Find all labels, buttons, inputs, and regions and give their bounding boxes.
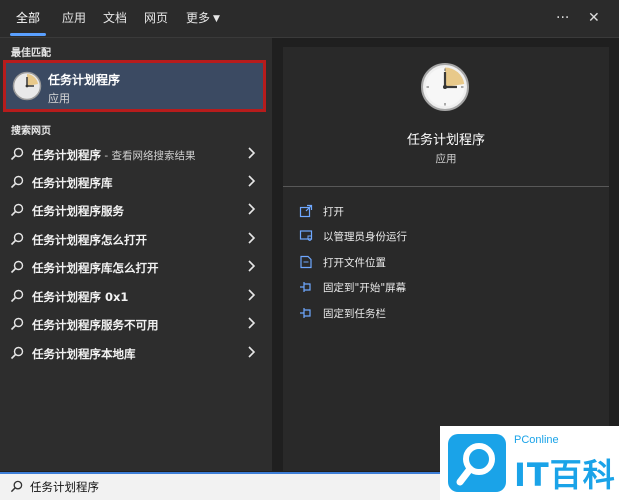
divider (283, 186, 609, 187)
web-result-item[interactable]: 任务计划程序库怎么打开 (0, 254, 272, 282)
action-pin-to-taskbar[interactable]: 固定到任务栏 (299, 303, 599, 323)
search-input[interactable] (30, 476, 430, 498)
pin-icon (300, 282, 311, 292)
chevron-down-icon: ▼ (213, 14, 220, 24)
web-result-item[interactable]: 任务计划程序服务 (0, 197, 272, 225)
best-match-result[interactable]: 任务计划程序 应用 (3, 60, 266, 112)
web-result-item[interactable]: 任务计划程序服务不可用 (0, 311, 272, 339)
clock-icon (12, 71, 42, 101)
magnifier-icon (456, 443, 495, 486)
ellipsis-icon[interactable]: ··· (556, 0, 569, 37)
chevron-right-icon (248, 289, 256, 301)
pin-icon (300, 308, 311, 318)
search-icon (10, 147, 24, 161)
search-icon (10, 232, 24, 246)
watermark-logo: PConline IT百科 (440, 426, 619, 500)
web-result-item[interactable]: 任务计划程序怎么打开 (0, 226, 272, 254)
search-icon (10, 289, 24, 303)
web-result-item[interactable]: 任务计划程序本地库 (0, 340, 272, 368)
folder-icon (300, 255, 312, 269)
clock-icon (421, 63, 469, 111)
watermark-icon (448, 434, 506, 492)
action-open-file-location[interactable]: 打开文件位置 (299, 252, 599, 272)
chevron-right-icon (248, 147, 256, 159)
best-match-name: 任务计划程序 (48, 73, 121, 87)
action-run-as-admin[interactable]: 以管理员身份运行 (299, 226, 599, 246)
results-pane: 最佳匹配 任务计划程序 应用 搜索网页 任务计划程序 - 查看网络搜索结果 任务… (0, 38, 272, 471)
tab-more[interactable]: 更多 ▼ (186, 0, 220, 37)
search-icon (10, 480, 23, 493)
action-open[interactable]: 打开 (299, 201, 599, 221)
tab-web[interactable]: 网页 (144, 0, 168, 37)
active-tab-indicator (10, 33, 46, 36)
search-icon (10, 346, 24, 360)
tab-documents[interactable]: 文档 (103, 0, 127, 37)
preview-pane: 任务计划程序 应用 打开 以管理员身份运行 打开文件位置 固定到"开始"屏幕 固… (283, 47, 609, 471)
best-match-type: 应用 (48, 92, 70, 105)
chevron-right-icon (248, 232, 256, 244)
chevron-right-icon (248, 260, 256, 272)
search-icon (10, 203, 24, 217)
search-icon (10, 175, 24, 189)
preview-app-name: 任务计划程序 (406, 133, 485, 148)
tab-apps[interactable]: 应用 (62, 0, 86, 37)
chevron-right-icon (248, 203, 256, 215)
open-icon (299, 204, 313, 218)
close-icon[interactable]: ✕ (588, 0, 600, 37)
action-pin-to-start[interactable]: 固定到"开始"屏幕 (299, 277, 599, 297)
chevron-right-icon (248, 346, 256, 358)
best-match-heading: 最佳匹配 (11, 48, 51, 59)
chevron-right-icon (248, 175, 256, 187)
web-result-item[interactable]: 任务计划程序 0x1 (0, 283, 272, 311)
web-result-item[interactable]: 任务计划程序 - 查看网络搜索结果 (0, 141, 272, 169)
shield-icon (299, 230, 313, 241)
web-search-heading: 搜索网页 (11, 126, 51, 137)
search-icon (10, 317, 24, 331)
search-icon (10, 260, 24, 274)
search-bar (0, 472, 440, 500)
search-scope-tabs: 全部 应用 文档 网页 更多 ▼ ··· ✕ (0, 0, 619, 38)
preview-app-type: 应用 (435, 153, 457, 165)
chevron-right-icon (248, 317, 256, 329)
web-result-item[interactable]: 任务计划程序库 (0, 169, 272, 197)
tab-all[interactable]: 全部 (16, 0, 40, 37)
